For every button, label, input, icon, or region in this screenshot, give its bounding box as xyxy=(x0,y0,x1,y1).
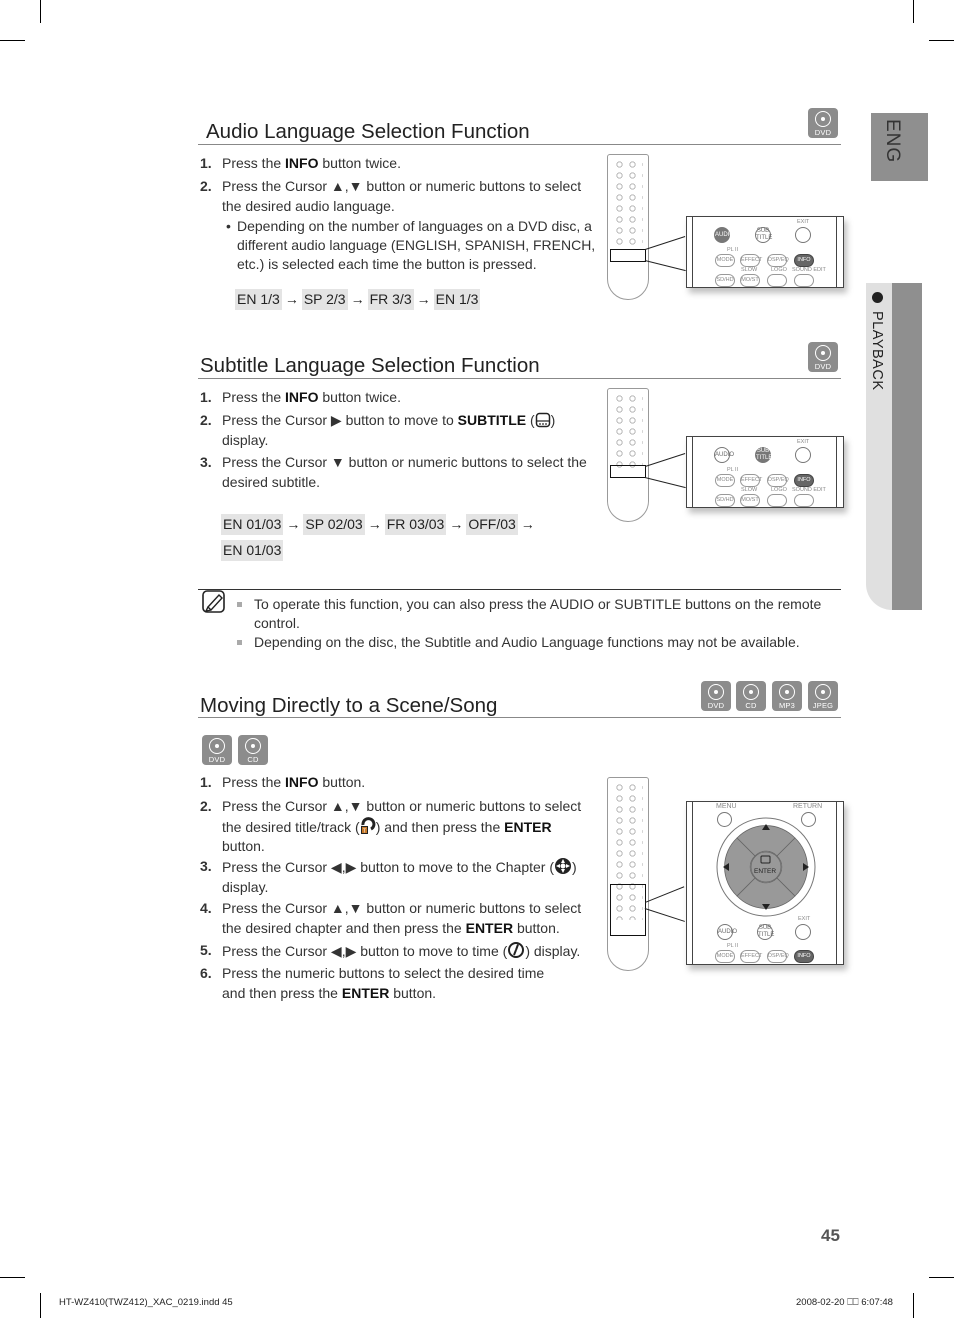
crop-mark xyxy=(0,1277,25,1278)
subtitle-sequence: EN 01/03 → SP 02/03 → FR 03/03 → OFF/03 → xyxy=(221,514,538,535)
info-button: INFO xyxy=(794,474,814,487)
jpeg-disc-icon: JPEG xyxy=(808,681,838,711)
subtitle-icon xyxy=(535,412,550,428)
crop-mark xyxy=(913,1293,914,1318)
step: 2. Press the Cursor ▲,▼ button or numeri… xyxy=(200,798,582,854)
dvd-disc-icon: DVD xyxy=(808,342,838,372)
footer-file-info: HT-WZ410(TWZ412)_XAC_0219.indd 45 xyxy=(59,1297,233,1308)
highlight-box xyxy=(610,465,646,478)
highlight-box xyxy=(610,884,646,936)
dvd-disc-icon: DVD xyxy=(701,681,731,711)
exit-button xyxy=(795,227,811,243)
audio-button: AUDIO xyxy=(714,447,734,463)
crop-mark xyxy=(0,40,25,41)
navigation-dpad xyxy=(716,817,816,917)
step: 1. Press the INFO button. xyxy=(200,774,366,790)
remote-zoom-panel-navigation: MENU RETURN ENTER EXIT AUDIO SUB TITLE P… xyxy=(686,801,844,965)
section-title-scene: Moving Directly to a Scene/Song xyxy=(200,694,498,717)
section-title-subtitle: Subtitle Language Selection Function xyxy=(200,354,540,377)
bullet-note: • Depending on the number of languages o… xyxy=(226,218,596,272)
info-button: INFO xyxy=(794,254,814,267)
step: 1. Press the INFO button twice. xyxy=(200,155,401,171)
cd-disc-icon: CD xyxy=(736,681,766,711)
dvd-disc-icon: DVD xyxy=(202,735,232,765)
exit-button xyxy=(795,924,811,940)
page-number: 45 xyxy=(821,1226,840,1245)
audio-button: AUDIO xyxy=(717,924,737,940)
cd-disc-icon: CD xyxy=(238,735,268,765)
highlight-box xyxy=(610,249,646,262)
mp3-disc-icon: MP3 xyxy=(772,681,802,711)
remote-control-illustration xyxy=(607,777,649,971)
section-title-audio: Audio Language Selection Function xyxy=(206,120,530,143)
title-track-icon: T xyxy=(360,816,376,834)
svg-text:T: T xyxy=(363,828,366,834)
crop-mark xyxy=(913,0,914,23)
remote-zoom-panel: AUDIO SUB TITLE EXIT PL II MODE EFFECT D… xyxy=(686,436,844,508)
info-button: INFO xyxy=(794,950,814,963)
section-tab: PLAYBACK xyxy=(866,283,922,610)
divider xyxy=(198,378,841,379)
step: 3. Press the Cursor ◀,▶ button to move t… xyxy=(200,858,577,895)
bullet-icon xyxy=(872,292,883,303)
note-divider xyxy=(198,589,841,590)
divider xyxy=(198,717,841,718)
step: 2. Press the Cursor ▶ button to move to … xyxy=(200,412,556,448)
footer-timestamp: 2008-02-20 ⎕⎕ 6:07:48 xyxy=(796,1297,893,1308)
subtitle-button: SUB TITLE xyxy=(755,227,773,243)
step: 6. Press the numeric buttons to select t… xyxy=(200,965,545,1001)
crop-mark xyxy=(929,40,954,41)
note-item: Depending on the disc, the Subtitle and … xyxy=(237,633,837,652)
step: 4. Press the Cursor ▲,▼ button or numeri… xyxy=(200,900,582,936)
language-tab: ENG xyxy=(871,113,928,181)
step: 3. Press the Cursor ▼ button or numeric … xyxy=(200,454,587,490)
exit-button xyxy=(795,447,811,463)
crop-mark xyxy=(929,1277,954,1278)
remote-zoom-panel: AUDIO SUB TITLE EXIT PL II MODE EFFECT D… xyxy=(686,216,844,288)
step: 2. Press the Cursor ▲,▼ button or numeri… xyxy=(200,178,582,214)
crop-mark xyxy=(40,1293,41,1318)
note-item: To operate this function, you can also p… xyxy=(237,595,837,633)
crop-mark xyxy=(40,0,41,23)
chapter-icon xyxy=(555,858,572,874)
note-pencil-icon xyxy=(202,590,225,613)
dvd-disc-icon: DVD xyxy=(808,108,838,138)
subtitle-sequence-line2: EN 01/03 xyxy=(221,540,284,561)
time-icon xyxy=(508,942,525,958)
subtitle-button: SUB TITLE xyxy=(757,924,775,940)
remote-control-illustration xyxy=(607,388,649,522)
step: 5. Press the Cursor ◀,▶ button to move t… xyxy=(200,942,581,959)
audio-button: AUDIO xyxy=(714,227,734,243)
divider xyxy=(198,144,841,145)
step: 1. Press the INFO button twice. xyxy=(200,389,401,405)
subtitle-button: SUB TITLE xyxy=(755,447,773,463)
remote-control-illustration xyxy=(607,154,649,300)
audio-sequence: EN 1/3 → SP 2/3 → FR 3/3 → EN 1/3 xyxy=(235,289,481,310)
